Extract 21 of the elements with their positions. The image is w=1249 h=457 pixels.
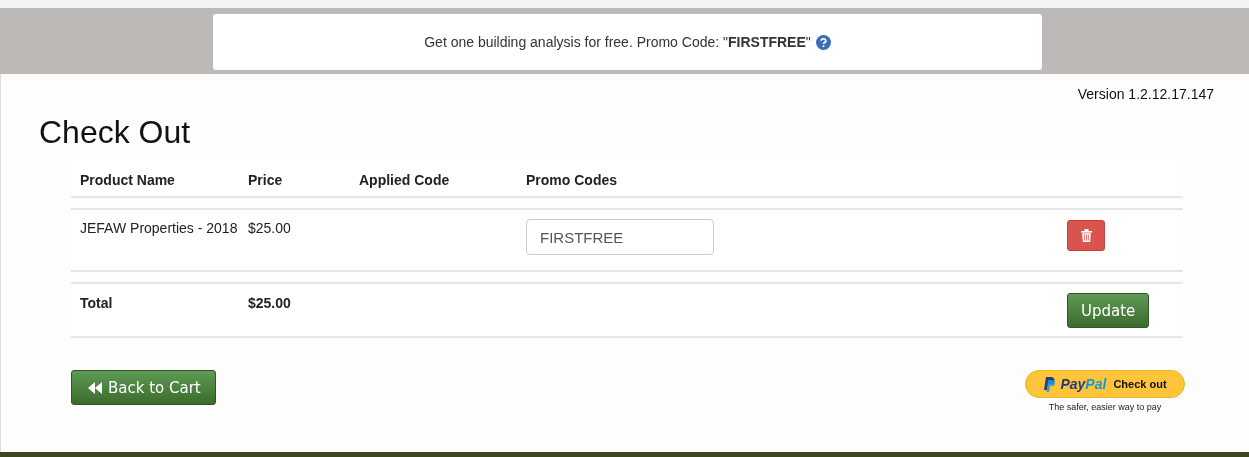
paypal-mark-icon bbox=[1043, 376, 1056, 392]
paypal-tagline: The safer, easier way to pay bbox=[1048, 402, 1162, 412]
total-label: Total bbox=[79, 294, 114, 313]
column-header: Applied Code bbox=[358, 171, 451, 190]
delete-button[interactable] bbox=[1067, 220, 1105, 251]
page-title: Check Out bbox=[39, 114, 192, 151]
column-header: Promo Codes bbox=[525, 171, 618, 190]
trash-icon bbox=[1080, 229, 1092, 242]
price: $25.00 bbox=[247, 219, 292, 238]
promo-code-field[interactable]: FIRSTFREE bbox=[526, 219, 714, 255]
product-name: JEFAW Properties - 2018 bbox=[79, 219, 239, 238]
version-text: Version 1.2.12.17.147 bbox=[1077, 86, 1214, 102]
help-icon[interactable] bbox=[815, 34, 831, 50]
column-header: Price bbox=[247, 171, 284, 190]
total-price: $25.00 bbox=[247, 294, 292, 313]
double-arrow-left-icon bbox=[88, 381, 102, 394]
update-button[interactable]: Update bbox=[1067, 293, 1150, 328]
column-header: Product Name bbox=[79, 171, 176, 190]
promo-text: Get one building analysis for free. Promo Code: "FIRSTFREE" bbox=[424, 34, 811, 50]
back-to-cart-button[interactable]: Back to Cart bbox=[71, 370, 216, 405]
paypal-checkout-button[interactable]: PayPal Check out bbox=[1025, 370, 1185, 398]
